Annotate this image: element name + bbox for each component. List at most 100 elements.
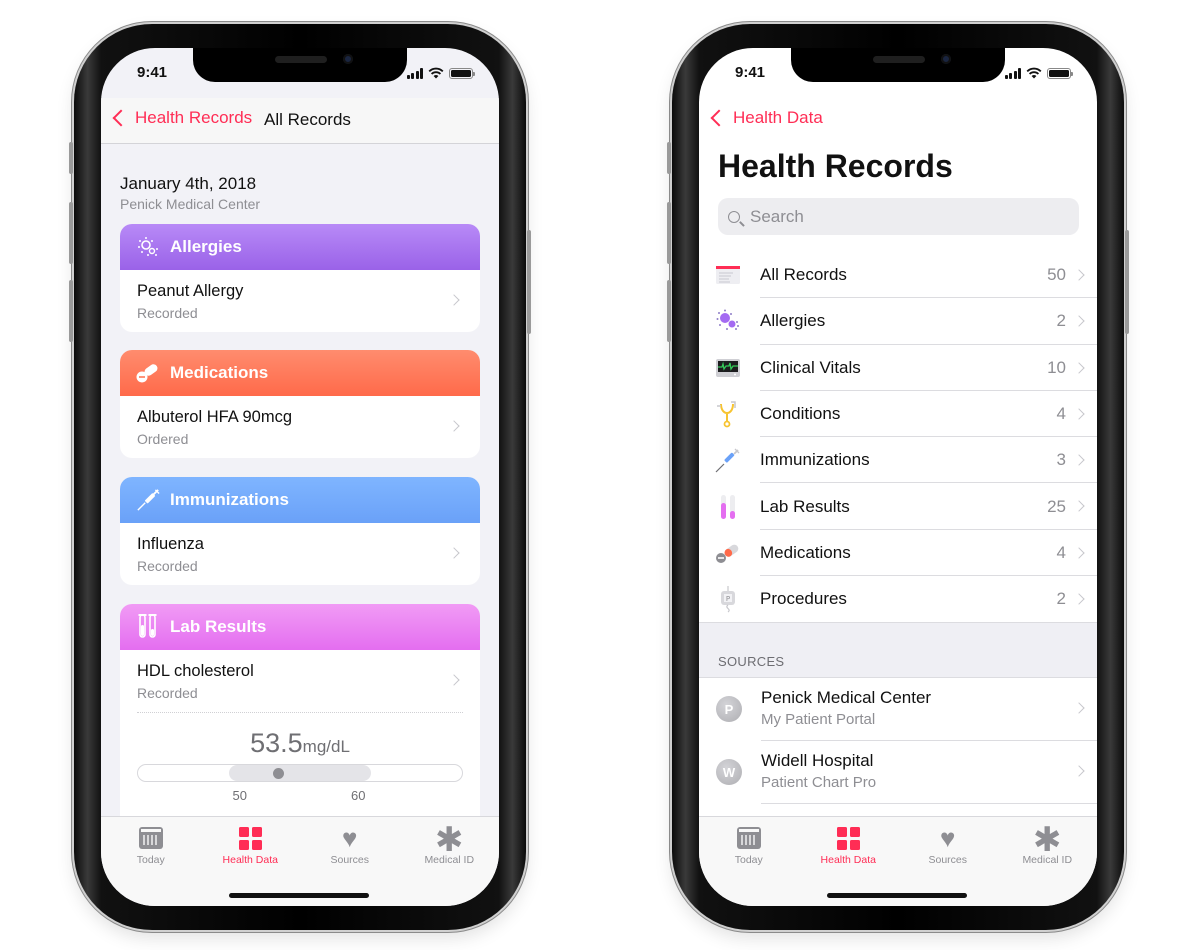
search-placeholder: Search [750,206,804,226]
stethoscope-icon [715,401,741,428]
record-status: Ordered [137,431,189,447]
sources-heart-icon: ♥ [940,823,956,853]
back-button-health-data[interactable]: Health Data [709,108,823,128]
lab-value: 53.5mg/dL [120,728,480,759]
record-card-immunizations: Immunizations Influenza Recorded [120,477,480,585]
silent-switch [69,142,73,174]
procedure-icon: P [715,586,741,613]
chevron-right-icon [1073,454,1085,466]
record-categories-list: All Records 50 Allergies 2 Clinical Vita… [699,252,1097,622]
list-item-label: Lab Results [760,496,850,516]
test-tubes-icon [136,614,160,639]
list-item-conditions[interactable]: Conditions 4 [699,391,1097,438]
status-time: 9:41 [137,64,168,81]
record-status: Recorded [137,305,198,321]
sources-section-header: SOURCES [699,622,1097,678]
list-item-label: Medications [760,542,851,562]
home-indicator[interactable] [229,893,369,898]
card-category: Lab Results [170,617,267,636]
record-source: Penick Medical Center [120,196,261,212]
chevron-right-icon [1073,361,1085,374]
card-category: Immunizations [170,490,290,509]
card-header: Allergies [120,224,480,270]
home-indicator[interactable] [827,893,967,898]
record-name: HDL cholesterol [137,662,254,680]
chevron-right-icon [1073,315,1085,327]
list-item-lab-results[interactable]: Lab Results 25 [699,483,1097,531]
tab-today[interactable]: Today [704,825,794,906]
chevron-right-icon [1073,702,1085,714]
battery-icon [449,67,475,79]
record-status: Recorded [137,685,198,701]
record-name: Influenza [137,535,204,553]
side-button [527,230,531,334]
lab-result-detail: 53.5mg/dL 50 60 [120,712,480,816]
pills-icon [136,361,160,385]
list-item-label: Procedures [760,589,847,609]
record-status: Recorded [137,558,198,574]
tab-medical-id[interactable]: ✱ Medical ID [404,823,494,906]
source-item-widell[interactable]: W Widell Hospital Patient Chart Pro [699,741,1097,804]
pills-icon [715,540,741,566]
list-item-allergies[interactable]: Allergies 2 [699,298,1097,345]
syringe-icon [136,488,160,512]
back-button-label: Health Data [733,108,823,127]
record-row[interactable]: Albuterol HFA 90mcg Ordered [120,396,480,458]
source-item-penick[interactable]: P Penick Medical Center My Patient Porta… [699,678,1097,741]
medical-id-asterisk-icon: ✱ [1033,821,1062,859]
record-card-lab-results: Lab Results HDL cholesterol Recorded 53.… [120,604,480,816]
camera-icon [343,54,353,64]
tab-medical-id[interactable]: ✱ Medical ID [1002,821,1092,906]
list-item-clinical-vitals[interactable]: Clinical Vitals 10 [699,345,1097,392]
list-item-count: 25 [1047,496,1066,516]
list-item-label: Clinical Vitals [760,357,861,377]
chevron-right-icon [1073,500,1085,513]
chevron-right-icon [1073,408,1085,420]
health-data-grid-icon [238,826,262,850]
volume-up-button [667,202,671,264]
back-button-label: Health Records [135,108,253,127]
wifi-icon [1026,67,1042,79]
health-data-grid-icon [836,826,860,850]
chevron-right-icon [1073,547,1085,559]
notch [193,48,407,82]
record-name: Albuterol HFA 90mcg [137,408,292,426]
record-row[interactable]: Influenza Recorded [120,523,480,585]
card-header: Immunizations [120,477,480,523]
wifi-icon [428,67,444,79]
lab-value-unit: mg/dL [302,737,350,756]
list-item-medications[interactable]: Medications 4 [699,530,1097,577]
camera-icon [941,54,951,64]
sources-list: P Penick Medical Center My Patient Porta… [699,678,1097,804]
volume-down-button [69,280,73,342]
source-name: Penick Medical Center [761,688,932,707]
record-name: Peanut Allergy [137,282,244,300]
tab-label: Health Data [222,854,278,866]
page-title: Health Records [718,148,953,184]
list-item-immunizations[interactable]: Immunizations 3 [699,437,1097,484]
list-item-procedures[interactable]: P Procedures 2 [699,576,1097,622]
volume-up-button [69,202,73,264]
record-row[interactable]: HDL cholesterol Recorded [120,650,480,712]
phone-left: 9:41 Health Records All Records January … [69,24,531,930]
allergy-icon [715,308,741,334]
list-item-count: 10 [1047,357,1066,377]
tab-today[interactable]: Today [106,825,196,906]
range-low-label: 50 [232,788,247,803]
range-high-label: 60 [351,788,366,803]
search-input[interactable]: Search [718,198,1079,235]
source-name: Widell Hospital [761,751,874,770]
record-row[interactable]: Peanut Allergy Recorded [120,270,480,332]
side-button [1125,230,1129,334]
records-scroll-area[interactable]: January 4th, 2018 Penick Medical Center … [101,144,499,816]
list-item-count: 2 [1056,589,1066,609]
tab-label: Today [734,854,763,866]
status-time: 9:41 [735,64,766,81]
svg-text:P: P [726,595,730,603]
back-button-health-records[interactable]: Health Records [111,108,252,128]
reference-range-bar [137,764,463,782]
tab-label: Sources [928,854,968,866]
tab-label: Today [136,854,165,866]
list-item-all-records[interactable]: All Records 50 [699,252,1097,299]
reference-range-band [228,765,372,781]
